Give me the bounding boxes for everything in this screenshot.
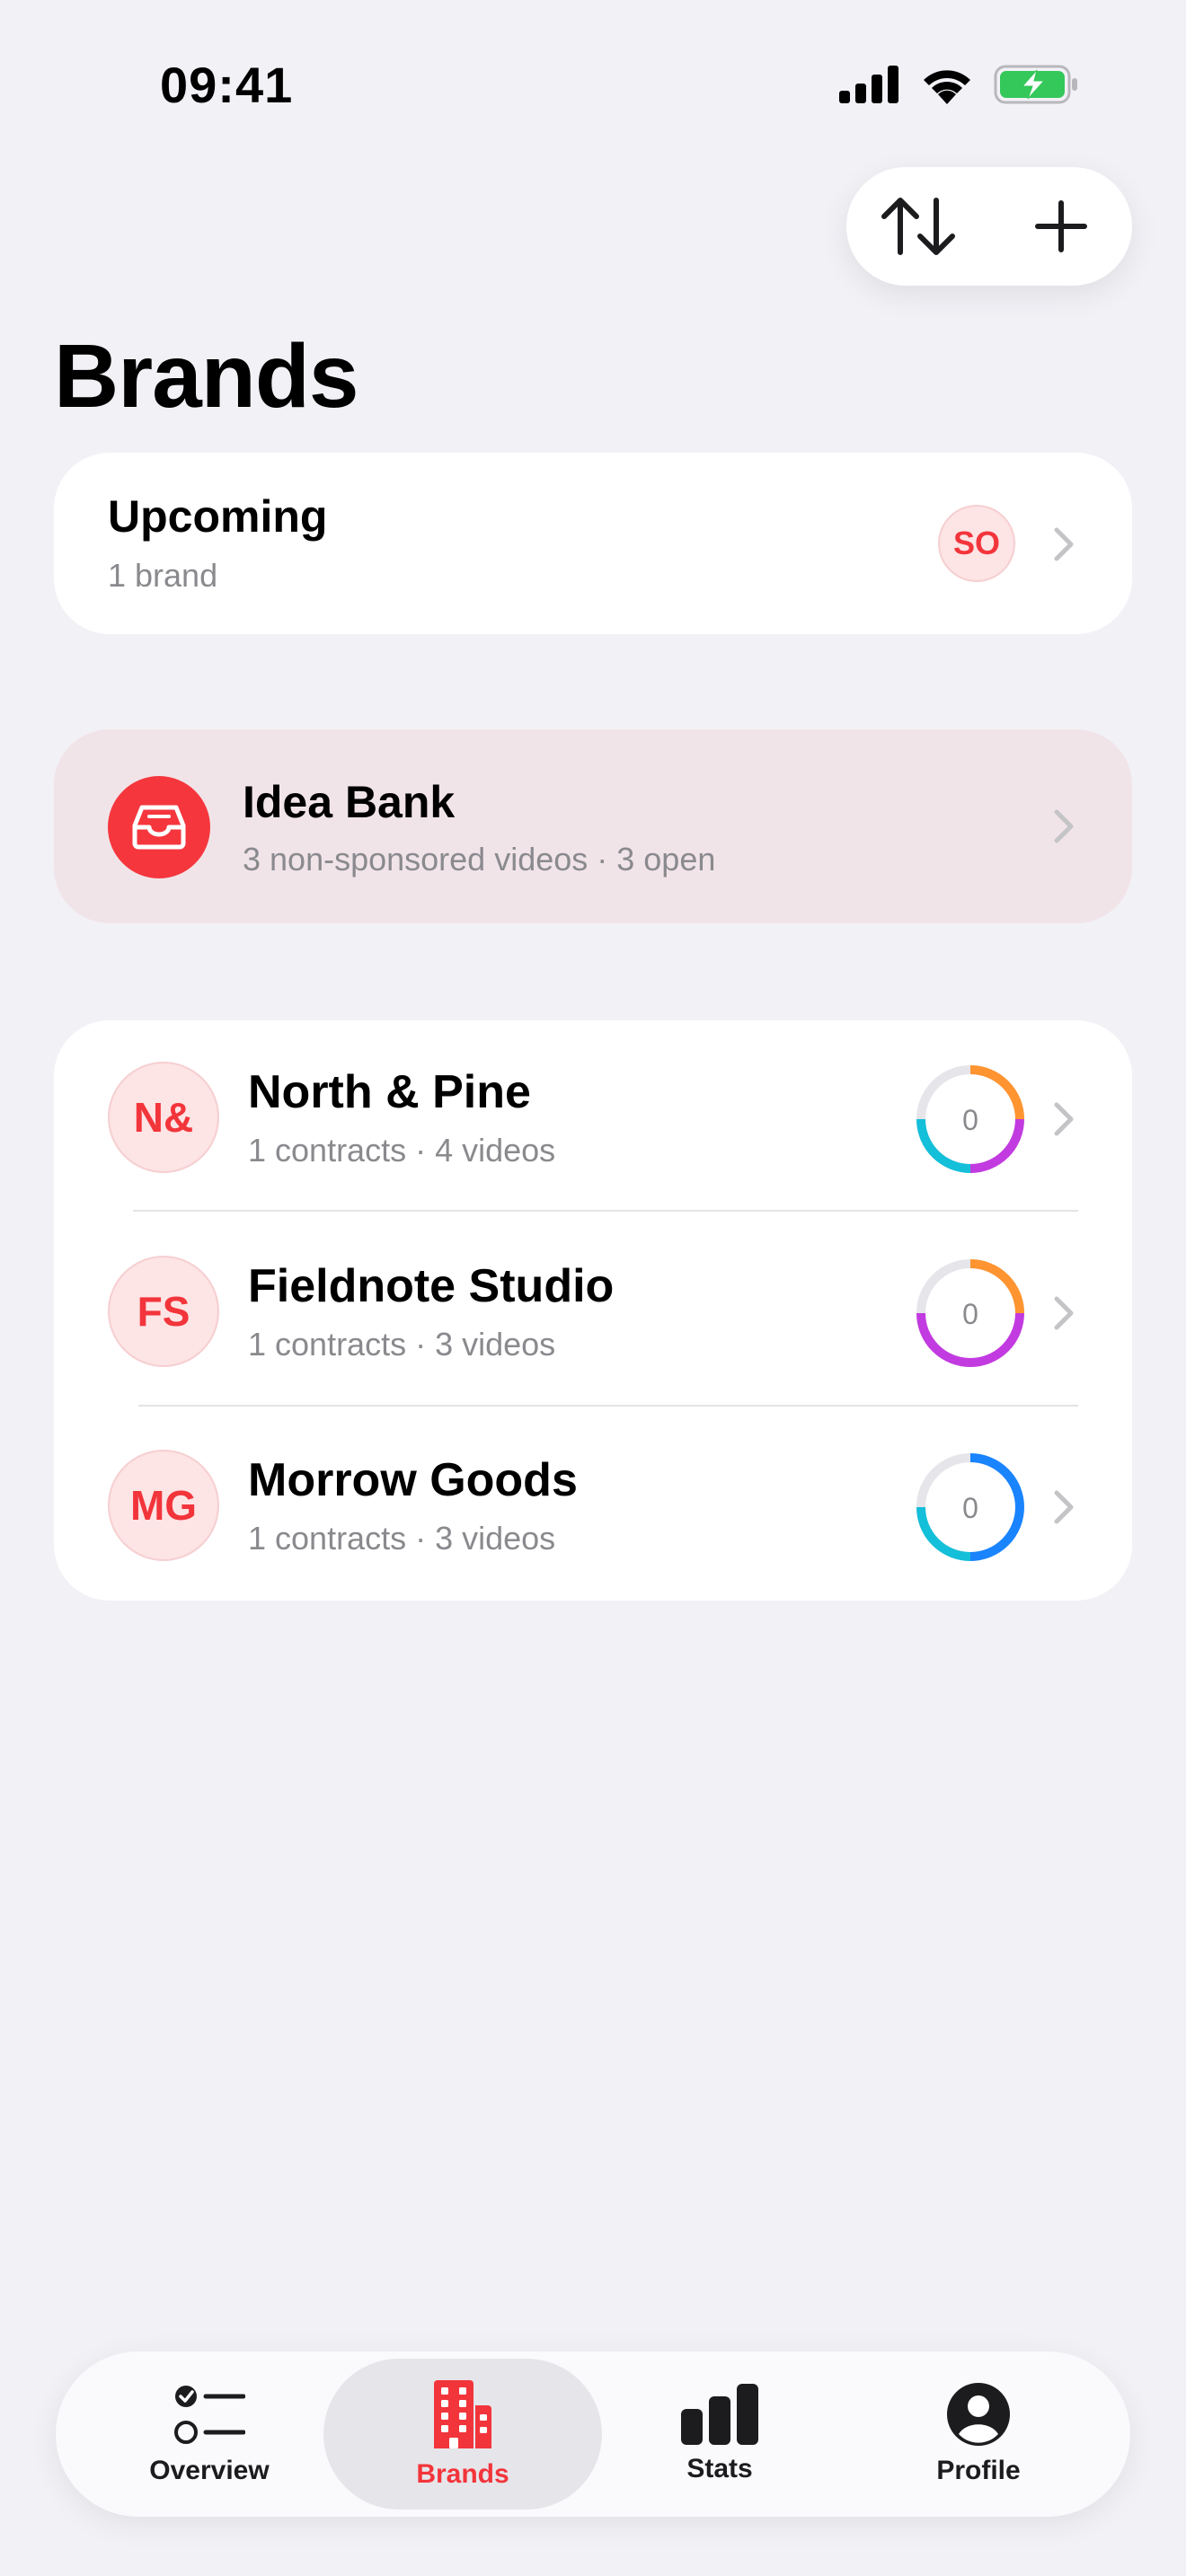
tab-stats[interactable]: Stats (580, 2359, 859, 2510)
upcoming-subtitle: 1 brand (108, 557, 218, 594)
chevron-right-icon (1054, 809, 1074, 843)
chevron-right-icon (1054, 527, 1074, 561)
tab-overview[interactable]: Overview (70, 2359, 349, 2510)
building-icon (434, 2380, 491, 2448)
brand-row-morrow-goods[interactable]: MG Morrow Goods 1 contracts · 3 videos 0 (54, 1408, 1132, 1602)
row-divider (133, 1210, 1078, 1212)
brand-avatar: MG (108, 1450, 219, 1561)
person-circle-icon (947, 2383, 1010, 2446)
brand-avatar: FS (108, 1256, 219, 1367)
brand-row-north-pine[interactable]: N& North & Pine 1 contracts · 4 videos 0 (54, 1020, 1132, 1214)
status-icons (839, 65, 1078, 104)
checklist-icon (174, 2386, 245, 2444)
plus-icon (1034, 200, 1087, 252)
chevron-right-icon (1054, 1490, 1074, 1524)
progress-ring: 0 (916, 1065, 1024, 1173)
upcoming-title: Upcoming (108, 491, 328, 542)
upcoming-card[interactable]: Upcoming 1 brand SO (54, 453, 1132, 634)
brand-row-fieldnote-studio[interactable]: FS Fieldnote Studio 1 contracts · 3 vide… (54, 1214, 1132, 1408)
brand-avatar: N& (108, 1062, 219, 1173)
sort-button[interactable] (864, 172, 972, 280)
add-button[interactable] (1007, 172, 1115, 280)
brand-subtitle: 1 contracts · 3 videos (248, 1520, 556, 1557)
progress-count: 0 (962, 1298, 978, 1330)
row-divider (138, 1405, 1078, 1407)
idea-bank-card[interactable]: Idea Bank 3 non-sponsored videos · 3 ope… (54, 729, 1132, 923)
chevron-right-icon (1054, 1102, 1074, 1136)
tab-label: Brands (416, 2459, 509, 2489)
brand-subtitle: 1 contracts · 4 videos (248, 1132, 556, 1169)
brand-subtitle: 1 contracts · 3 videos (248, 1326, 556, 1363)
tray-icon (132, 805, 186, 850)
brand-name: North & Pine (248, 1066, 531, 1118)
cellular-signal-icon (839, 66, 898, 103)
chevron-right-icon (1054, 1296, 1074, 1330)
progress-count: 0 (962, 1104, 978, 1136)
upcoming-brand-badge: SO (938, 505, 1015, 582)
top-toolbar (846, 167, 1132, 286)
tab-bar: Overview Brands Stats Profile (56, 2351, 1130, 2517)
tab-label: Profile (936, 2456, 1021, 2485)
bar-chart-icon (681, 2384, 758, 2445)
sort-arrows-icon (881, 198, 955, 255)
tab-profile[interactable]: Profile (839, 2359, 1118, 2510)
battery-charging-icon (994, 65, 1077, 104)
brand-name: Morrow Goods (248, 1454, 578, 1506)
idea-bank-avatar (108, 776, 210, 878)
tab-label: Stats (686, 2454, 753, 2483)
progress-ring: 0 (916, 1259, 1024, 1367)
brands-list: N& North & Pine 1 contracts · 4 videos 0… (54, 1020, 1132, 1601)
status-time: 09:41 (160, 57, 294, 113)
brand-name: Fieldnote Studio (248, 1260, 615, 1312)
progress-ring: 0 (916, 1453, 1024, 1561)
page-title: Brands (54, 326, 359, 427)
wifi-icon (924, 70, 970, 104)
tab-label: Overview (149, 2456, 270, 2485)
tab-brands[interactable]: Brands (323, 2359, 602, 2510)
idea-bank-subtitle: 3 non-sponsored videos · 3 open (243, 841, 716, 878)
idea-bank-title: Idea Bank (243, 777, 456, 827)
progress-count: 0 (962, 1492, 978, 1524)
